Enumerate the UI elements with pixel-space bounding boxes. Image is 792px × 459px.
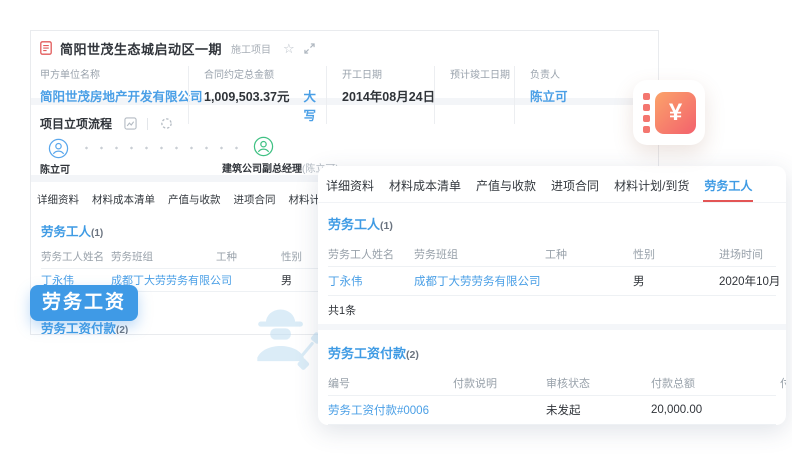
- tab-details[interactable]: 详细资料: [325, 177, 375, 202]
- page: 简阳世茂生态城启动区一期 施工项目 ☆ 甲方单位名称 简阳世茂房地产开发有限公司…: [0, 0, 792, 459]
- flow-title: 项目立项流程: [40, 115, 112, 132]
- approval-flow-section: 项目立项流程 陈立可 建筑公司副总经理(陈立可): [31, 105, 658, 175]
- payments-section-title: 劳务工资付款(2): [328, 343, 776, 362]
- payment-status: 未发起: [546, 402, 651, 418]
- labor-wage-label: 劳务工资: [30, 285, 138, 321]
- col-header: 进场时间: [719, 246, 776, 262]
- workers-table-header: 劳务工人姓名 劳务班组 工种 性别 进场时间: [328, 242, 776, 267]
- col-header: 工种: [545, 246, 633, 262]
- worker-gender: 男: [633, 273, 719, 289]
- flow-dotted-line: [79, 146, 247, 150]
- workers-count: (1): [380, 220, 393, 232]
- flow-end-avatar[interactable]: [253, 136, 274, 157]
- col-header: 劳务工人姓名: [328, 246, 414, 262]
- project-title-row: 简阳世茂生态城启动区一期 施工项目 ☆: [40, 37, 648, 59]
- project-type-tag: 施工项目: [231, 41, 271, 56]
- tab-material-cost[interactable]: 材料成本清单: [388, 177, 462, 202]
- ledger-binding-icon: [643, 93, 650, 133]
- field-label: 合同约定总金额: [204, 66, 326, 81]
- labor-panel: 详细资料 材料成本清单 产值与收款 进项合同 材料计划/到货 劳务工人 劳务工人…: [318, 166, 786, 425]
- field-label: 预计竣工日期: [450, 66, 514, 81]
- col-header: 劳务班组: [414, 246, 545, 262]
- project-header-section: 简阳世茂生态城启动区一期 施工项目 ☆ 甲方单位名称 简阳世茂房地产开发有限公司…: [31, 31, 658, 98]
- tab-incoming-contract[interactable]: 进项合同: [550, 177, 600, 202]
- project-title: 简阳世茂生态城启动区一期: [60, 39, 222, 58]
- flow-end-role: 建筑公司副总经理: [222, 164, 302, 175]
- flowchart-icon[interactable]: [124, 117, 137, 130]
- col-header: 审核状态: [546, 375, 651, 391]
- tab-details[interactable]: 详细资料: [35, 192, 81, 207]
- worker-name-link[interactable]: 丁永伟: [328, 273, 414, 289]
- col-header: 工种: [216, 249, 281, 264]
- col-header: 付款说明: [453, 375, 546, 391]
- worker-team-link[interactable]: 成都丁大劳劳务有限公司: [414, 273, 545, 289]
- payments-count: (2): [406, 349, 419, 361]
- col-header: 劳务班组: [111, 249, 216, 264]
- tab-material-plan[interactable]: 材料计划/到货: [613, 177, 690, 202]
- tab-labor-workers[interactable]: 劳务工人: [703, 177, 753, 202]
- tab-material-cost[interactable]: 材料成本清单: [90, 192, 157, 207]
- flow-start-name: 陈立可: [40, 161, 70, 176]
- payments-count: (2): [116, 325, 128, 335]
- fullscreen-icon[interactable]: [304, 43, 315, 54]
- worker-entry-time: 2020年10月: [719, 273, 780, 289]
- start-date-value: 2014年08月24日: [342, 86, 434, 105]
- yuan-icon: ¥: [655, 92, 696, 134]
- document-icon: [40, 41, 52, 55]
- col-header: 性别: [633, 246, 719, 262]
- refresh-icon[interactable]: [160, 117, 173, 130]
- manager-link[interactable]: 陈立可: [530, 86, 648, 105]
- owner-company-link[interactable]: 简阳世茂房地产开发有限公司: [40, 86, 188, 105]
- yuan-symbol: ¥: [669, 99, 682, 127]
- tab-incoming-contract[interactable]: 进项合同: [232, 192, 278, 207]
- flow-start-avatar[interactable]: [48, 138, 69, 159]
- col-header: 付款总额: [651, 375, 780, 391]
- workers-section-title: 劳务工人(1): [328, 214, 776, 233]
- col-header: 编号: [328, 375, 453, 391]
- workers-count: (1): [91, 228, 103, 239]
- col-header: 付: [780, 375, 786, 391]
- payment-no-link[interactable]: 劳务工资付款#0006: [328, 402, 453, 418]
- field-label: 开工日期: [342, 66, 434, 81]
- field-label: 甲方单位名称: [40, 66, 188, 81]
- contract-amount-value: 1,009,503.37元: [204, 86, 290, 105]
- workers-total-count: 共1条: [328, 296, 776, 324]
- table-row[interactable]: 劳务工资付款#0006 未发起 20,000.00: [328, 396, 776, 425]
- divider: [147, 118, 148, 130]
- payments-table-header: 编号 付款说明 审核状态 付款总额 付: [328, 371, 776, 396]
- tab-output-income[interactable]: 产值与收款: [475, 177, 537, 202]
- money-ledger-icon: ¥: [633, 80, 705, 145]
- payment-amount: 20,000.00: [651, 404, 780, 416]
- field-label: 负责人: [530, 66, 648, 81]
- section-divider: [318, 324, 786, 330]
- col-header: 劳务工人姓名: [41, 249, 111, 264]
- tab-output-收款[interactable]: 产值与收款: [166, 192, 223, 207]
- table-row[interactable]: 丁永伟 成都丁大劳劳务有限公司 男 2020年10月: [328, 267, 776, 296]
- star-icon[interactable]: ☆: [283, 42, 295, 55]
- front-tab-bar: 详细资料 材料成本清单 产值与收款 进项合同 材料计划/到货 劳务工人: [318, 166, 786, 203]
